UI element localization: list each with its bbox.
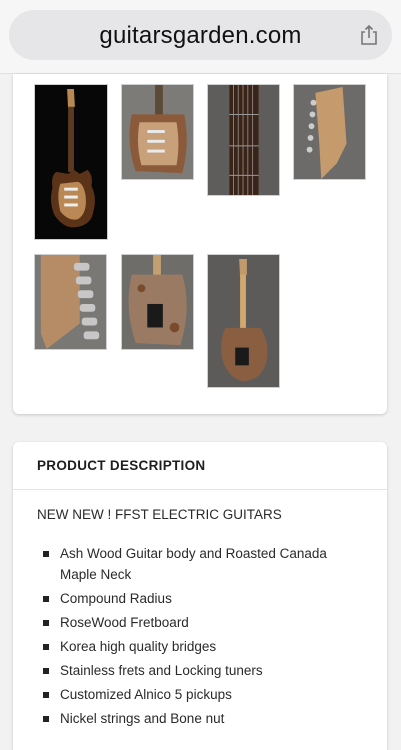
list-item: Ash Wood Guitar body and Roasted Canada … bbox=[43, 543, 363, 585]
feature-list: Ash Wood Guitar body and Roasted Canada … bbox=[43, 543, 363, 732]
thumbnail-guitar-front[interactable] bbox=[34, 84, 108, 240]
thumbnail-headstock[interactable] bbox=[293, 84, 366, 180]
feature-text: Korea high quality bridges bbox=[60, 639, 217, 654]
feature-text: RoseWood Fretboard bbox=[60, 615, 189, 630]
fretboard-image bbox=[208, 85, 279, 195]
list-item: RoseWood Fretboard bbox=[43, 612, 363, 633]
address-bar[interactable]: guitarsgarden.com bbox=[9, 10, 392, 60]
share-icon[interactable] bbox=[358, 24, 380, 46]
image-gallery bbox=[13, 74, 387, 414]
bullet-icon bbox=[43, 620, 49, 626]
headstock-image bbox=[294, 85, 365, 179]
guitar-front-image bbox=[35, 85, 107, 239]
thumbnail-tuners[interactable] bbox=[34, 254, 107, 350]
section-header: PRODUCT DESCRIPTION bbox=[13, 442, 387, 490]
bullet-icon bbox=[43, 551, 49, 557]
feature-text: Nickel strings and Bone nut bbox=[60, 711, 225, 726]
tuners-image bbox=[35, 255, 106, 349]
url-text[interactable]: guitarsgarden.com bbox=[9, 22, 392, 50]
back-body-image bbox=[122, 255, 193, 349]
browser-toolbar: guitarsgarden.com bbox=[0, 0, 401, 74]
list-item: Nickel strings and Bone nut bbox=[43, 708, 363, 729]
product-description-card: PRODUCT DESCRIPTION NEW NEW ! FFST ELECT… bbox=[13, 442, 387, 750]
thumbnail-body-closeup[interactable] bbox=[121, 84, 194, 180]
list-item: Customized Alnico 5 pickups bbox=[43, 684, 363, 705]
bullet-icon bbox=[43, 668, 49, 674]
bullet-icon bbox=[43, 596, 49, 602]
feature-text: Compound Radius bbox=[60, 591, 172, 606]
product-subtitle: NEW NEW ! FFST ELECTRIC GUITARS bbox=[37, 507, 282, 522]
list-item: Compound Radius bbox=[43, 588, 363, 609]
thumbnail-guitar-back[interactable] bbox=[207, 254, 280, 388]
feature-text: Stainless frets and Locking tuners bbox=[60, 663, 263, 678]
bullet-icon bbox=[43, 716, 49, 722]
bullet-icon bbox=[43, 644, 49, 650]
list-item: Stainless frets and Locking tuners bbox=[43, 660, 363, 681]
bullet-icon bbox=[43, 692, 49, 698]
list-item: Korea high quality bridges bbox=[43, 636, 363, 657]
feature-text: Ash Wood Guitar body and Roasted Canada … bbox=[60, 546, 327, 582]
thumbnail-fretboard[interactable] bbox=[207, 84, 280, 196]
thumbnail-back-body[interactable] bbox=[121, 254, 194, 350]
guitar-back-image bbox=[208, 255, 279, 387]
body-closeup-image bbox=[122, 85, 193, 179]
feature-text: Customized Alnico 5 pickups bbox=[60, 687, 232, 702]
